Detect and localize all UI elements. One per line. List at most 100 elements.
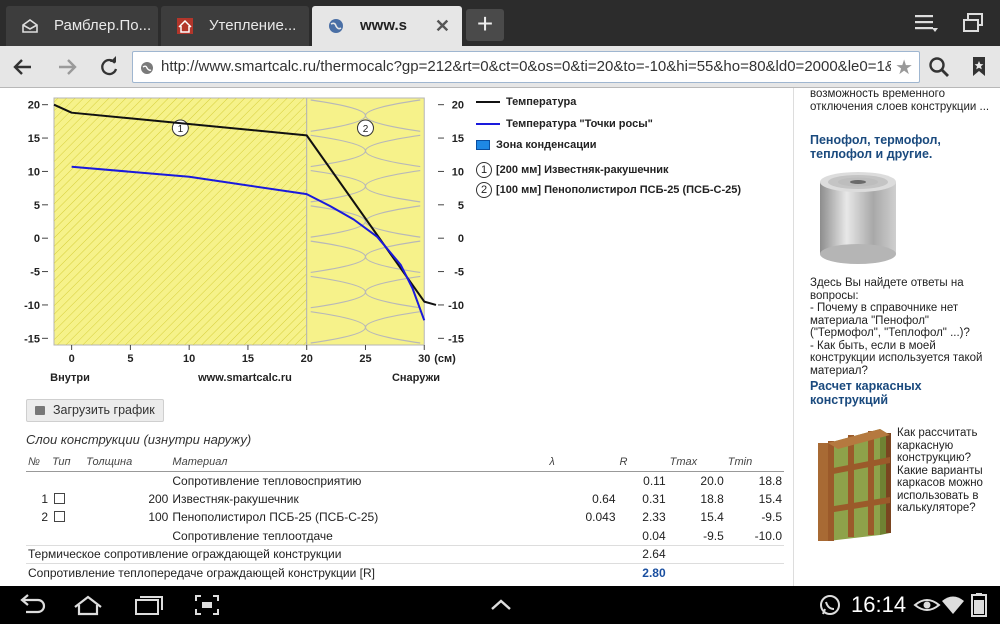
cell-material: Пенополистирол ПСБ-25 (ПСБ-С-25) [172,510,379,525]
battery-icon [971,593,987,617]
layer-number-badge: 1 [476,162,492,178]
y-tick-label-right: -15 [448,333,464,345]
x-tick-label: 25 [359,353,371,365]
legend-label: Температура [506,96,577,108]
new-tab-button[interactable]: + [466,9,504,41]
y-tick-label-right: -10 [448,300,464,312]
reload-icon [101,56,118,76]
y-tick-label-right: -5 [454,267,464,279]
legend-item-layer-1: 1 [200 мм] Известняк-ракушечник [476,162,669,178]
tablet-screen: Рамблер.По... Утепление... www.s ✕ + htt… [0,0,1000,624]
sidebar-link-frame-calc[interactable]: Расчет каркасных конструкций [810,379,990,407]
layer-checkbox[interactable] [54,511,66,523]
label-outside: Снаружи [392,372,440,384]
cell-type [50,508,84,527]
address-bar[interactable]: http://www.smartcalc.ru/thermocalc?gp=21… [132,51,920,83]
layer-marker-label-1: 1 [178,124,184,135]
cell-thickness [84,471,170,490]
y-tick-label-left: 0 [34,233,40,245]
eye-icon [913,599,941,611]
x-unit-label: (см) [434,353,456,365]
cell-lambda [547,527,617,546]
forward-button[interactable] [50,51,84,83]
y-tick-label-right: 15 [452,133,464,145]
tab-insulation[interactable]: Утепление... [161,6,309,46]
y-tick-label-right: 0 [458,233,464,245]
x-tick-label: 10 [183,353,195,365]
cell-r: 0.31 [642,491,666,506]
cell-r: 2.33 [642,510,666,525]
browser-toolbar: http://www.smartcalc.ru/thermocalc?gp=21… [0,46,1000,88]
tab-rambler-mail[interactable]: Рамблер.По... [6,6,158,46]
table-row: Сопротивление теплоотдаче 0.04 -9.5 -10.… [26,527,784,546]
x-tick-label: 5 [127,353,133,365]
col-header: λ [547,454,618,472]
x-tick-label: 15 [242,353,254,365]
layers-heading: Слои конструкции (изнутри наружу) [26,432,252,447]
legend-label: [100 мм] Пенополистирол ПСБ-25 (ПСБ-С-25… [496,183,742,196]
menu-icon[interactable] [912,10,940,36]
summary-value: 2.64 [617,544,668,564]
y-tick-label-left: 5 [34,200,40,212]
tab-title: Рамблер.По... [54,17,152,34]
col-header: Tmax [667,454,726,472]
expand-up-icon[interactable] [484,592,518,618]
web-page: 1 2 20 20 15 15 10 10 5 5 0 0 -5 -5 -10 -10 -15 -15 0 5 10 15… [0,88,1000,586]
cell-tmin: -10.0 [754,528,782,543]
table-row: 1 200 Известняк-ракушечник 0.64 0.31 18.… [26,490,784,509]
bookmark-star-icon[interactable]: ★ [895,55,913,80]
cell-tmax: 15.4 [700,510,724,525]
cell-type [50,527,84,546]
status-clock: 16:14 [851,592,907,617]
page-icon [141,62,153,74]
reload-button[interactable] [92,51,126,83]
sidebar-link-penofol[interactable]: Пенофол, термофол, теплофол и другие. [810,133,990,161]
y-tick-label-left: -15 [24,333,40,345]
system-recent-apps-icon[interactable] [130,592,166,618]
sidebar-frame-text: Как рассчитать каркасную конструкцию? Ка… [897,427,983,514]
summary-label: Термическое сопротивление ограждающей ко… [26,544,618,564]
sidebar-penofol-text: Здесь Вы найдете ответы на вопросы: - По… [810,277,983,377]
cell-tmax: 18.8 [700,491,724,506]
cell-thickness [84,527,170,546]
tab-title: Утепление... [209,17,297,34]
table-row: Сопротивление тепловосприятию 0.11 20.0 … [26,471,784,490]
summary-row-thermal-resistance: Термическое сопротивление ограждающей ко… [26,544,784,564]
legend-line-blue [476,123,500,126]
layer-checkbox[interactable] [54,492,66,504]
cell-material: Сопротивление тепловосприятию [172,473,362,488]
tabs-overview-icon[interactable] [960,10,988,36]
cell-tmax: 20.0 [700,473,724,488]
tab-smartcalc[interactable]: www.s ✕ [312,6,462,46]
system-home-icon[interactable] [70,592,106,618]
android-system-bar: 16:14 [0,586,1000,624]
house-icon [177,18,193,34]
load-chart-button[interactable]: Загрузить график [26,399,164,422]
search-button[interactable] [922,51,956,83]
bookmarks-button[interactable] [962,51,996,83]
cell-no [26,527,50,546]
close-tab-icon[interactable]: ✕ [435,6,450,46]
table-header-row: № Тип Толщина Материал λ R Tmax Tmin [26,454,784,472]
y-tick-label-left: -10 [24,300,40,312]
label-site: www.smartcalc.ru [197,372,292,384]
cell-no [26,471,50,490]
browser-tab-strip: Рамблер.По... Утепление... www.s ✕ + [0,0,1000,46]
cell-no: 2 [41,510,49,525]
back-button[interactable] [6,51,40,83]
cell-thickness: 100 [148,510,169,525]
y-tick-label-right: 10 [452,166,464,178]
cell-tmin: -9.5 [761,510,782,525]
layers-table: № Тип Толщина Материал λ R Tmax Tmin Соп… [26,454,784,582]
wifi-icon [942,596,964,614]
system-back-icon[interactable] [14,592,50,618]
empty-cell [667,563,784,582]
legend-label: Зона конденсации [496,139,597,151]
col-header: Тип [50,454,85,472]
screenshot-icon[interactable] [190,592,224,618]
legend-item-layer-2: 2 [100 мм] Пенополистирол ПСБ-25 (ПСБ-С-2… [476,182,741,198]
forward-arrow-icon [59,59,77,75]
legend-line-black [476,101,500,104]
cell-r: 0.11 [643,473,666,488]
cell-type [50,471,84,490]
